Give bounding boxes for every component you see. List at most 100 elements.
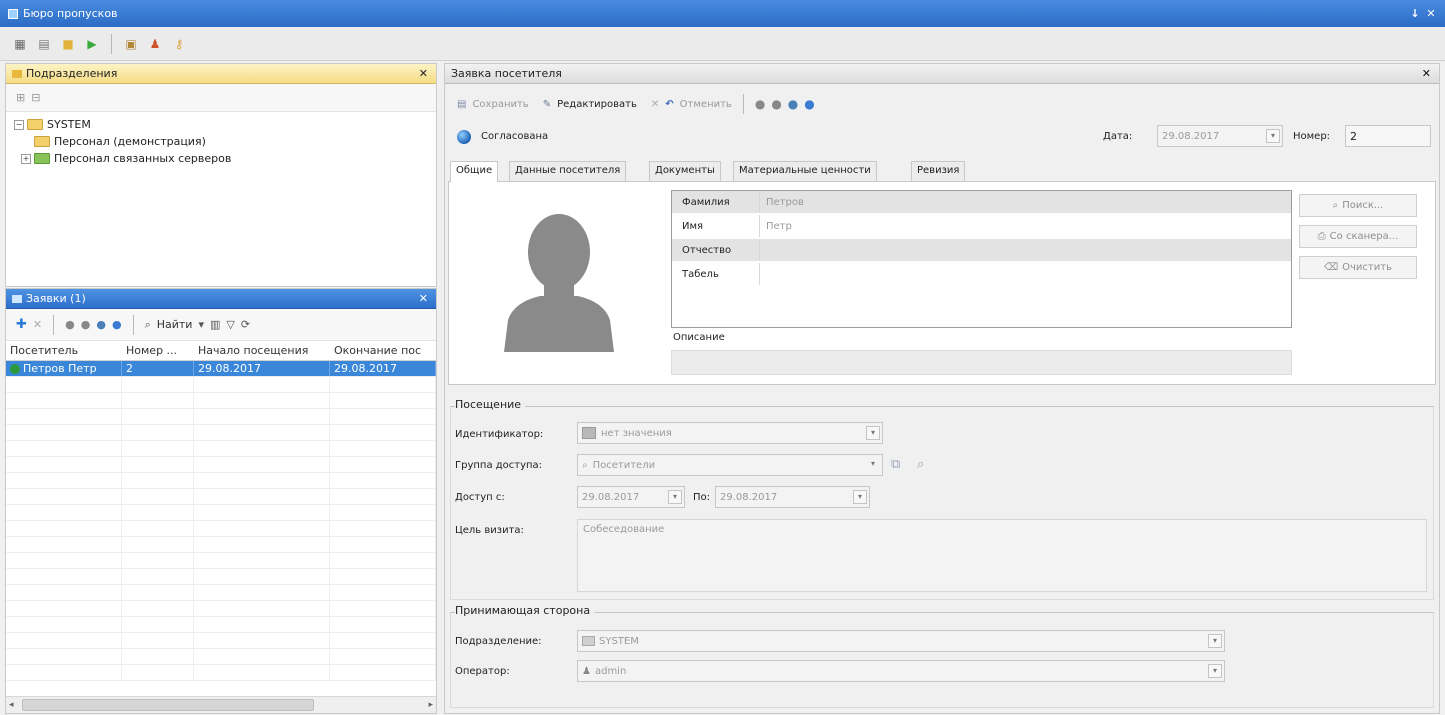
tab-visitor-data[interactable]: Данные посетителя	[509, 161, 627, 181]
description-field[interactable]	[671, 350, 1292, 375]
prop-row-name[interactable]: Имя Петр	[672, 215, 1291, 237]
filter-icon[interactable]: ▽	[226, 318, 234, 331]
purpose-field[interactable]: Собеседование	[577, 519, 1427, 592]
end-cell: 29.08.2017	[330, 361, 436, 376]
delete-icon[interactable]: ✕	[33, 318, 42, 331]
list-icon	[12, 294, 22, 303]
collapse-toggle[interactable]: −	[14, 119, 24, 130]
db-icon[interactable]: ●	[755, 97, 765, 111]
requests-header: Заявки (1) ✕	[6, 289, 436, 309]
tree-node-linked[interactable]: + Персонал связанных серверов	[14, 150, 428, 167]
toolbar-separator	[742, 94, 744, 114]
close-icon[interactable]: ✕	[419, 292, 428, 305]
horizontal-scrollbar[interactable]: ◂ ▸	[6, 696, 436, 713]
scroll-thumb[interactable]	[22, 699, 314, 711]
user-icon[interactable]: ♟	[145, 34, 165, 54]
tab-valuables[interactable]: Материальные ценности	[733, 161, 877, 181]
clear-photo-button[interactable]: ⌫ Очистить	[1299, 256, 1417, 279]
pin-button[interactable]: ↓	[1407, 7, 1423, 20]
department-field[interactable]: SYSTEM ▾	[577, 630, 1225, 652]
number-field[interactable]: 2	[1345, 125, 1431, 147]
add-icon[interactable]: ✚	[16, 317, 27, 332]
db-icon[interactable]: ●	[81, 318, 91, 331]
scroll-left-icon[interactable]: ◂	[9, 700, 14, 710]
column-header[interactable]: Окончание пос	[330, 344, 436, 357]
collapse-all-icon[interactable]: ⊟	[31, 91, 40, 104]
tree-node-system[interactable]: − SYSTEM	[14, 116, 428, 133]
columns-icon[interactable]: ▥	[210, 318, 220, 331]
visitor-name: Петров Петр	[23, 362, 97, 375]
linked-folder-icon	[34, 153, 50, 164]
cancel-button[interactable]: Отменить	[680, 99, 732, 110]
prop-row-patronymic[interactable]: Отчество	[672, 239, 1291, 261]
empty-row	[6, 617, 436, 633]
column-header[interactable]: Номер ...	[122, 344, 194, 357]
tree-node-demo[interactable]: Персонал (демонстрация)	[14, 133, 428, 150]
access-group-field[interactable]: ⌕ Посетители ▾	[577, 454, 883, 476]
prop-row-surname[interactable]: Фамилия Петров	[672, 191, 1291, 213]
tab-label: Данные посетителя	[515, 165, 621, 176]
db-icon[interactable]: ●	[65, 318, 75, 331]
number-cell: 2	[122, 361, 194, 376]
identifier-field[interactable]: нет значения ▾	[577, 422, 883, 444]
db-icon[interactable]: ●	[96, 318, 106, 331]
scanner-button[interactable]: ⎙ Со сканера...	[1299, 225, 1417, 248]
button-label: Очистить	[1342, 262, 1392, 273]
edit-button[interactable]: Редактировать	[557, 99, 637, 110]
tab-revision[interactable]: Ревизия	[911, 161, 966, 181]
grid-icon[interactable]: ▦	[10, 34, 30, 54]
close-icon[interactable]: ✕	[419, 67, 428, 80]
folder-icon[interactable]: ■	[58, 34, 78, 54]
prop-row-tabel[interactable]: Табель	[672, 263, 1291, 285]
db-icon[interactable]: ●	[771, 97, 781, 111]
chevron-down-icon[interactable]: ▾	[1208, 634, 1222, 648]
table-icon[interactable]: ▤	[34, 34, 54, 54]
calendar-dropdown-icon[interactable]: ▾	[1266, 129, 1280, 143]
date-field[interactable]: 29.08.2017 ▾	[1157, 125, 1283, 147]
window-title: Бюро пропусков	[23, 7, 118, 20]
db-icon[interactable]: ●	[788, 97, 798, 111]
save-button[interactable]: Сохранить	[472, 99, 528, 110]
close-icon[interactable]: ✕	[1422, 67, 1431, 80]
expand-all-icon[interactable]: ⊞	[16, 91, 25, 104]
empty-row	[6, 553, 436, 569]
chevron-down-icon[interactable]: ▾	[198, 318, 204, 331]
chevron-down-icon[interactable]: ▾	[1208, 664, 1222, 678]
empty-row	[6, 425, 436, 441]
find-button[interactable]: Найти	[157, 318, 193, 331]
empty-row	[6, 665, 436, 681]
chevron-down-icon[interactable]: ▾	[866, 426, 880, 440]
table-row[interactable]: Петров Петр 2 29.08.2017 29.08.2017	[6, 361, 436, 377]
operator-field[interactable]: ♟ admin ▾	[577, 660, 1225, 682]
tab-label: Документы	[655, 165, 715, 176]
access-to-field[interactable]: 29.08.2017 ▾	[715, 486, 870, 508]
zoom-icon[interactable]: ⌕	[917, 457, 924, 472]
play-icon[interactable]: ▶	[82, 34, 102, 54]
tab-documents[interactable]: Документы	[649, 161, 721, 181]
calendar-dropdown-icon[interactable]: ▾	[853, 490, 867, 504]
access-from-field[interactable]: 29.08.2017 ▾	[577, 486, 685, 508]
search-photo-button[interactable]: ⌕ Поиск...	[1299, 194, 1417, 217]
scroll-right-icon[interactable]: ▸	[428, 700, 433, 710]
key-icon[interactable]: ⚷	[169, 34, 189, 54]
close-button[interactable]: ✕	[1423, 7, 1439, 20]
tab-general[interactable]: Общие	[450, 161, 499, 182]
app-icon	[8, 8, 18, 19]
db-icon[interactable]: ●	[804, 97, 814, 111]
refresh-icon[interactable]: ⟳	[241, 318, 250, 331]
chevron-down-icon[interactable]: ▾	[866, 458, 880, 472]
departments-tree: − SYSTEM Персонал (демонстрация) + Персо…	[6, 112, 436, 171]
request-toolbar: ▤ Сохранить ✎ Редактировать ✕ ↶ Отменить…	[457, 91, 815, 117]
copy-icon[interactable]: ⧉	[891, 457, 900, 472]
db-icon[interactable]: ●	[112, 318, 122, 331]
identifier-label: Идентификатор:	[455, 429, 544, 440]
departments-header: Подразделения ✕	[6, 64, 436, 84]
expand-toggle[interactable]: +	[21, 153, 31, 164]
photo-icon[interactable]: ▣	[121, 34, 141, 54]
calendar-dropdown-icon[interactable]: ▾	[668, 490, 682, 504]
description-label: Описание	[673, 332, 725, 343]
empty-row	[6, 441, 436, 457]
empty-row	[6, 457, 436, 473]
column-header[interactable]: Посетитель	[6, 344, 122, 357]
column-header[interactable]: Начало посещения	[194, 344, 330, 357]
